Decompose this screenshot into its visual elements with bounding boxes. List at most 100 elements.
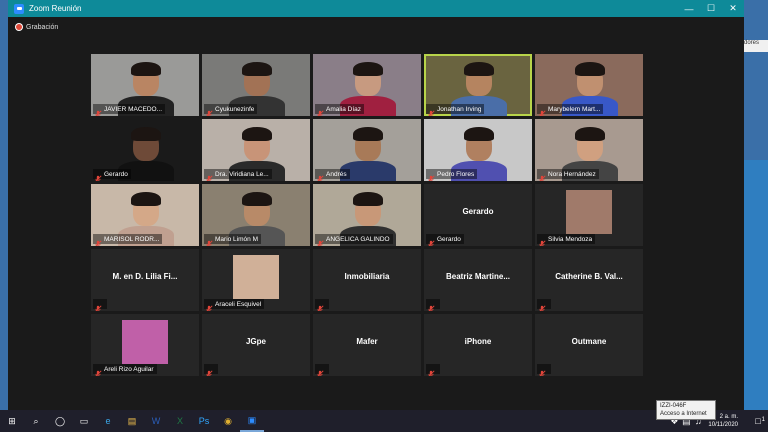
participant-tile[interactable]: Areli Rizo Aguilar xyxy=(91,314,199,376)
zoom-icon[interactable]: ▣ xyxy=(240,410,264,432)
participant-tile[interactable]: Outmane xyxy=(535,314,643,376)
participant-name: Marybelem Mart... xyxy=(548,105,601,113)
zoom-logo-icon xyxy=(14,3,24,14)
participant-tile[interactable]: Nora Hernández xyxy=(535,119,643,181)
edge-icon[interactable]: e xyxy=(96,410,120,432)
participant-display-name: Gerardo xyxy=(462,207,494,216)
muted-mic-icon xyxy=(316,105,324,116)
muted-mic-icon xyxy=(538,235,546,246)
title-bar: Zoom Reunión — ☐ ✕ xyxy=(8,0,744,17)
participant-display-name: Catherine B. Val... xyxy=(555,272,623,281)
participant-tile[interactable]: Gerardo xyxy=(91,119,199,181)
close-button[interactable]: ✕ xyxy=(722,0,744,17)
minimize-button[interactable]: — xyxy=(678,0,700,17)
participant-tile[interactable]: Marybelem Mart... xyxy=(535,54,643,116)
background-window-peek: dores xyxy=(744,40,768,52)
participant-tile[interactable]: Mario Limón M xyxy=(202,184,310,246)
participant-name: Amalia Díaz xyxy=(326,105,362,113)
participant-tile[interactable]: Inmobiliaria xyxy=(313,249,421,311)
participant-display-name: iPhone xyxy=(464,337,492,346)
participant-name: Jonathan Irving xyxy=(437,105,482,113)
muted-mic-icon xyxy=(94,170,102,181)
participant-label: Mario Limón M xyxy=(204,234,261,246)
recording-indicator[interactable]: Grabación xyxy=(8,17,744,37)
participant-tile[interactable]: MARISOL RODR... xyxy=(91,184,199,246)
window-title: Zoom Reunión xyxy=(29,4,82,13)
maximize-button[interactable]: ☐ xyxy=(700,0,722,17)
muted-mic-icon xyxy=(205,105,213,116)
muted-mic-icon xyxy=(205,235,213,246)
recording-label: Grabación xyxy=(26,23,59,31)
participant-tile[interactable]: Catherine B. Val... xyxy=(535,249,643,311)
participant-name: Cyukunezinfe xyxy=(215,105,255,113)
muted-mic-icon xyxy=(316,170,324,181)
participant-display-name: Outmane xyxy=(571,337,607,346)
participant-tile[interactable]: Beatriz Martine... xyxy=(424,249,532,311)
participant-label xyxy=(204,364,218,376)
muted-mic-icon xyxy=(94,235,102,246)
participant-label xyxy=(537,299,551,311)
muted-mic-icon xyxy=(538,170,546,181)
participant-name: ANGELICA GALINDO xyxy=(326,235,390,243)
excel-icon[interactable]: X xyxy=(168,410,192,432)
participant-tile[interactable]: Mafer xyxy=(313,314,421,376)
participant-tile[interactable]: Silvia Mendoza xyxy=(535,184,643,246)
photoshop-icon[interactable]: Ps xyxy=(192,410,216,432)
participant-avatar xyxy=(122,320,168,364)
participant-label: Areli Rizo Aguilar xyxy=(93,364,157,376)
muted-mic-icon xyxy=(538,365,546,376)
muted-mic-icon xyxy=(94,300,102,311)
participant-label: Gerardo xyxy=(426,234,464,246)
muted-mic-icon xyxy=(427,365,435,376)
participant-tile[interactable]: Amalia Díaz xyxy=(313,54,421,116)
windows-icon[interactable]: ⊞ xyxy=(0,410,24,432)
recording-icon xyxy=(16,24,22,30)
participant-display-name: Mafer xyxy=(356,337,378,346)
participant-label: ANGELICA GALINDO xyxy=(315,234,393,246)
participant-tile[interactable]: ANGELICA GALINDO xyxy=(313,184,421,246)
participant-tile[interactable]: Gerardo Gerardo xyxy=(424,184,532,246)
chrome-icon[interactable]: ◉ xyxy=(216,410,240,432)
participant-tile[interactable]: iPhone xyxy=(424,314,532,376)
search-icon[interactable]: ⌕ xyxy=(24,410,48,432)
participant-label: Nora Hernández xyxy=(537,169,599,181)
participant-label: Dra. Viridiana Le... xyxy=(204,169,272,181)
participant-tile[interactable]: Araceli Esquivel xyxy=(202,249,310,311)
participant-tile[interactable]: Jonathan Irving xyxy=(424,54,532,116)
participant-display-name: M. en D. Lilia Fi... xyxy=(112,272,178,281)
task-view-icon[interactable]: ▭ xyxy=(72,410,96,432)
participant-name: Silvia Mendoza xyxy=(548,235,593,243)
participant-label: JAVIER MACEDO... xyxy=(93,104,166,116)
participant-tile[interactable]: Andrés xyxy=(313,119,421,181)
participant-tile[interactable]: JAVIER MACEDO... xyxy=(91,54,199,116)
participant-name: Mario Limón M xyxy=(215,235,258,243)
participant-label: Amalia Díaz xyxy=(315,104,365,116)
participant-label: Jonathan Irving xyxy=(426,104,485,116)
cortana-icon[interactable]: ◯ xyxy=(48,410,72,432)
file-explorer-icon[interactable]: ▤ xyxy=(120,410,144,432)
participant-tile[interactable]: Cyukunezinfe xyxy=(202,54,310,116)
participant-tile[interactable]: Pedro Flores xyxy=(424,119,532,181)
participant-display-name: Inmobiliaria xyxy=(344,272,390,281)
participant-label: Pedro Flores xyxy=(426,169,478,181)
participant-avatar xyxy=(566,190,612,234)
muted-mic-icon xyxy=(538,105,546,116)
participant-avatar xyxy=(233,255,279,299)
participant-tile[interactable]: JGpe xyxy=(202,314,310,376)
muted-mic-icon xyxy=(538,300,546,311)
participant-name: Nora Hernández xyxy=(548,170,596,178)
participant-name: Pedro Flores xyxy=(437,170,475,178)
muted-mic-icon xyxy=(94,105,102,116)
word-icon[interactable]: W xyxy=(144,410,168,432)
muted-mic-icon xyxy=(427,105,435,116)
participant-label xyxy=(315,364,329,376)
participant-label: Silvia Mendoza xyxy=(537,234,596,246)
participant-tile[interactable]: M. en D. Lilia Fi... xyxy=(91,249,199,311)
participant-tile[interactable]: Dra. Viridiana Le... xyxy=(202,119,310,181)
clock-date: 10/11/2020 xyxy=(708,422,738,428)
muted-mic-icon xyxy=(316,235,324,246)
notification-count: 1 xyxy=(761,417,765,423)
tooltip-network-status: Acceso a Internet xyxy=(660,411,707,417)
notification-center-icon[interactable]: □ 1 xyxy=(748,410,768,432)
participant-label xyxy=(537,364,551,376)
